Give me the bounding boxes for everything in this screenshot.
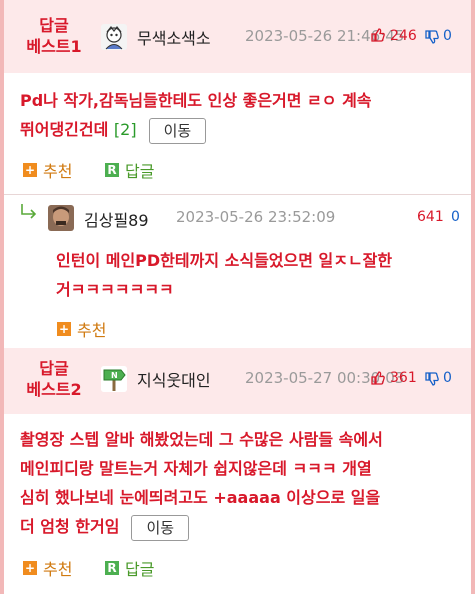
- content-line: 거ㅋㅋㅋㅋㅋㅋㅋ: [56, 280, 174, 299]
- recommend-label: 추천: [43, 560, 73, 579]
- reply-arrow-icon: [19, 203, 39, 226]
- best-badge-2: 답글 베스트2: [14, 358, 94, 400]
- thumbs-down-icon[interactable]: [425, 372, 439, 390]
- downvote-count: 0: [443, 28, 452, 44]
- r-square-icon: R: [105, 561, 119, 575]
- upvote-count: 246: [390, 28, 417, 44]
- best-badge-line1: 답글: [39, 16, 69, 35]
- nickname[interactable]: 지식웃대인: [137, 367, 211, 391]
- recommend-label: 추천: [77, 321, 107, 340]
- reply-count: [2]: [113, 120, 137, 139]
- best-badge-1: 답글 베스트1: [14, 15, 94, 57]
- reply-label: 답글: [125, 162, 155, 181]
- thumbs-down-icon[interactable]: [425, 30, 439, 48]
- recommend-button[interactable]: + 추천: [23, 556, 72, 580]
- best-badge-line2: 베스트1: [26, 37, 82, 56]
- downvote-count: 0: [443, 370, 452, 386]
- reply-button[interactable]: R 답글: [105, 556, 154, 580]
- reply-button[interactable]: R 답글: [105, 158, 154, 182]
- nickname[interactable]: 무색소색소: [137, 25, 211, 49]
- avatar[interactable]: [101, 24, 127, 50]
- comment-datetime: 2023-05-26 23:52:09: [176, 208, 336, 226]
- recommend-label: 추천: [43, 162, 73, 181]
- avatar-sign-icon: N: [101, 366, 127, 392]
- content-line: 심히 했나보네 눈에띄려고도 +aaaaa 이상으로 일을: [20, 488, 381, 507]
- thumbs-up-icon[interactable]: [371, 371, 385, 389]
- move-button[interactable]: 이동: [131, 514, 190, 541]
- svg-text:N: N: [111, 371, 118, 380]
- plus-square-icon: +: [57, 322, 71, 336]
- recommend-button[interactable]: + 추천: [23, 158, 72, 182]
- comment-content: 촬영장 스텝 알바 해봤었는데 그 수많은 사람들 속에서 메인피디랑 말트는거…: [20, 425, 465, 541]
- avatar-character-icon: [101, 24, 127, 50]
- reply-label: 답글: [125, 560, 155, 579]
- plus-square-icon: +: [23, 163, 37, 177]
- avatar[interactable]: N: [101, 366, 127, 392]
- content-line: 뛰어댕긴건데: [20, 120, 109, 139]
- content-line: Pd나 작가,감독님들한테도 인상 좋은거면 ㄹㅇ 계속: [20, 91, 372, 110]
- content-line: 더 엄청 한거임: [20, 517, 120, 536]
- best-badge-line2: 베스트2: [26, 380, 82, 399]
- content-line: 인턴이 메인PD한테까지 소식들었으면 일ㅈㄴ잘한: [56, 251, 393, 270]
- avatar-photo-icon: [48, 205, 74, 231]
- plus-square-icon: +: [23, 561, 37, 575]
- r-square-icon: R: [105, 163, 119, 177]
- thumbs-up-icon[interactable]: [371, 28, 385, 46]
- content-line: 메인피디랑 말트는거 자체가 쉽지않은데 ㅋㅋㅋ 개열: [20, 459, 372, 478]
- content-line: 촬영장 스텝 알바 해봤었는데 그 수많은 사람들 속에서: [20, 430, 383, 449]
- comment-content: Pd나 작가,감독님들한테도 인상 좋은거면 ㄹㅇ 계속 뛰어댕긴건데 [2] 이…: [20, 86, 460, 144]
- downvote-count: 0: [451, 209, 460, 225]
- recommend-button[interactable]: + 추천: [57, 317, 106, 341]
- nickname[interactable]: 김상필89: [84, 207, 149, 231]
- divider: [4, 194, 471, 195]
- avatar[interactable]: [48, 205, 74, 231]
- upvote-count: 361: [390, 370, 417, 386]
- upvote-count: 641: [417, 209, 444, 225]
- comment-content: 인턴이 메인PD한테까지 소식들었으면 일ㅈㄴ잘한 거ㅋㅋㅋㅋㅋㅋㅋ: [56, 246, 466, 304]
- best-badge-line1: 답글: [39, 359, 69, 378]
- move-button[interactable]: 이동: [148, 117, 207, 144]
